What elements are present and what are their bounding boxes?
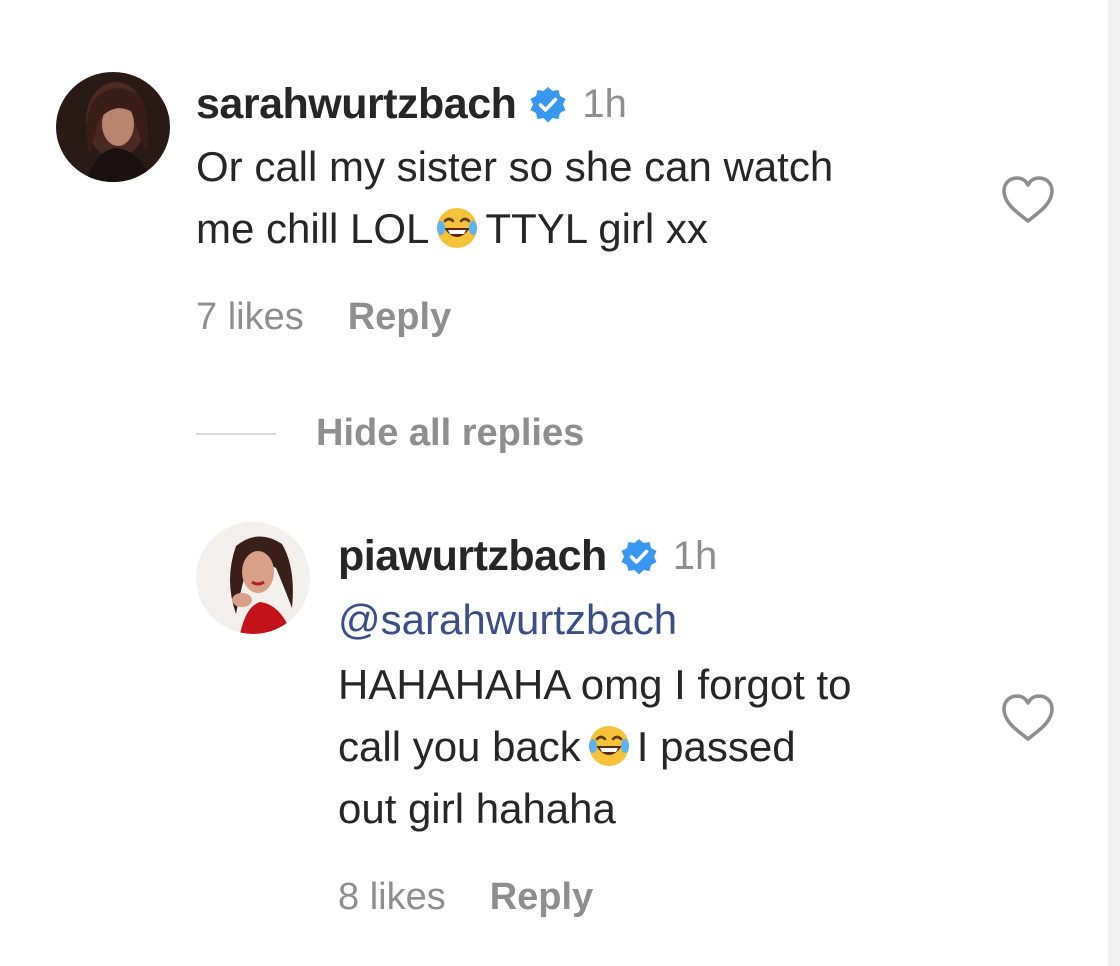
like-heart-icon[interactable] — [1000, 692, 1056, 744]
scrollbar-track[interactable] — [1108, 0, 1120, 966]
mention-link[interactable]: @sarahwurtzbach — [338, 596, 677, 644]
reply-text-segment: I passed — [636, 723, 796, 770]
reply-button[interactable]: Reply — [348, 296, 451, 339]
reply-likes-count[interactable]: 8 likes — [338, 876, 446, 919]
hide-replies-label[interactable]: Hide all replies — [316, 412, 584, 455]
comment-header: sarahwurtzbach 1h — [196, 80, 627, 129]
hide-replies-toggle[interactable]: Hide all replies — [196, 412, 584, 455]
comment-meta: 7 likes Reply — [196, 296, 451, 339]
comment-text: Or call my sister so she can watch me ch… — [196, 136, 833, 260]
face-with-tears-of-joy-icon — [435, 206, 479, 250]
reply-avatar[interactable] — [196, 522, 310, 634]
reply-header: piawurtzbach 1h — [338, 532, 717, 581]
like-heart-icon[interactable] — [1000, 174, 1056, 226]
reply-text: HAHAHAHA omg I forgot to call you back I … — [338, 654, 852, 840]
avatar[interactable] — [56, 72, 170, 182]
verified-badge-icon — [619, 537, 659, 577]
reply-text-segment: call you back — [338, 723, 581, 770]
comment-text-segment: me chill LOL — [196, 205, 430, 252]
comment-text-line: me chill LOL TTYL girl xx — [196, 198, 833, 260]
verified-badge-icon — [528, 85, 568, 125]
comment-text-line: Or call my sister so she can watch — [196, 143, 834, 190]
likes-count[interactable]: 7 likes — [196, 296, 304, 339]
comments-panel: sarahwurtzbach 1h Or call my sister so s… — [0, 0, 1120, 966]
reply-text-line: HAHAHAHA omg I forgot to — [338, 661, 852, 708]
face-with-tears-of-joy-icon — [587, 724, 631, 768]
reply-meta: 8 likes Reply — [338, 876, 593, 919]
username-link[interactable]: sarahwurtzbach — [196, 80, 517, 129]
reply-button[interactable]: Reply — [490, 876, 593, 919]
divider-line — [196, 432, 276, 435]
comment-timestamp[interactable]: 1h — [582, 82, 627, 127]
reply-username-link[interactable]: piawurtzbach — [338, 532, 607, 581]
comment-text-segment: TTYL girl xx — [485, 205, 708, 252]
reply-text-line: out girl hahaha — [338, 785, 616, 832]
reply-text-line: call you back I passed — [338, 716, 852, 778]
reply-timestamp[interactable]: 1h — [673, 534, 718, 579]
